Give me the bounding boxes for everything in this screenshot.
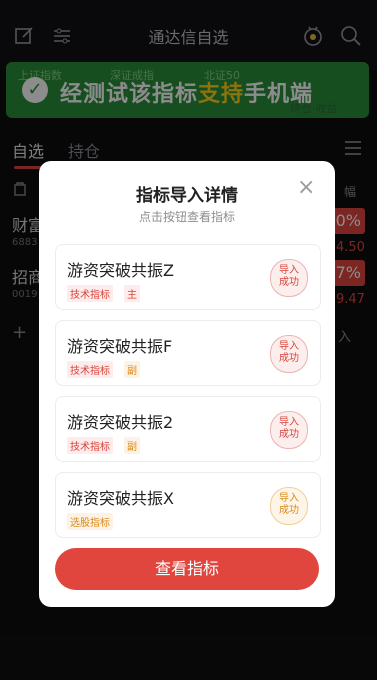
close-icon[interactable]: × (297, 177, 315, 199)
indicator-card[interactable]: 游资突破共振F 技术指标 副 导入 成功 (55, 320, 321, 386)
import-success-stamp: 导入 成功 (270, 411, 308, 449)
indicator-card[interactable]: 游资突破共振Z 技术指标 主 导入 成功 (55, 244, 321, 310)
stamp-line: 成功 (279, 353, 299, 364)
import-success-stamp: 导入 成功 (270, 335, 308, 373)
stamp-line: 导入 (279, 341, 299, 352)
indicator-name: 游资突破共振Z (67, 261, 174, 280)
import-success-stamp: 导入 成功 (270, 259, 308, 297)
indicator-tag: 副 (124, 361, 140, 378)
indicator-name: 游资突破共振2 (67, 413, 174, 432)
import-success-stamp: 导入 成功 (270, 487, 308, 525)
indicator-card[interactable]: 游资突破共振2 技术指标 副 导入 成功 (55, 396, 321, 462)
stamp-line: 成功 (279, 505, 299, 516)
indicator-name: 游资突破共振F (67, 337, 173, 356)
stamp-line: 导入 (279, 493, 299, 504)
stamp-line: 导入 (279, 417, 299, 428)
view-indicator-button[interactable]: 查看指标 (55, 548, 319, 590)
stamp-line: 成功 (279, 277, 299, 288)
indicator-tag: 技术指标 (67, 285, 113, 302)
stamp-line: 成功 (279, 429, 299, 440)
indicator-tag: 选股指标 (67, 513, 113, 530)
indicator-tag: 技术指标 (67, 361, 113, 378)
modal-title: 指标导入详情 (136, 186, 238, 206)
indicator-card[interactable]: 游资突破共振X 选股指标 导入 成功 (55, 472, 321, 538)
indicator-tag: 主 (124, 285, 140, 302)
indicator-name: 游资突破共振X (67, 489, 174, 508)
import-detail-modal: 指标导入详情 点击按钮查看指标 × 游资突破共振Z 技术指标 主 导入 成功 游… (39, 161, 335, 607)
stamp-line: 导入 (279, 265, 299, 276)
indicator-tag: 技术指标 (67, 437, 113, 454)
modal-subtitle: 点击按钮查看指标 (138, 210, 235, 224)
indicator-tag: 副 (124, 437, 140, 454)
